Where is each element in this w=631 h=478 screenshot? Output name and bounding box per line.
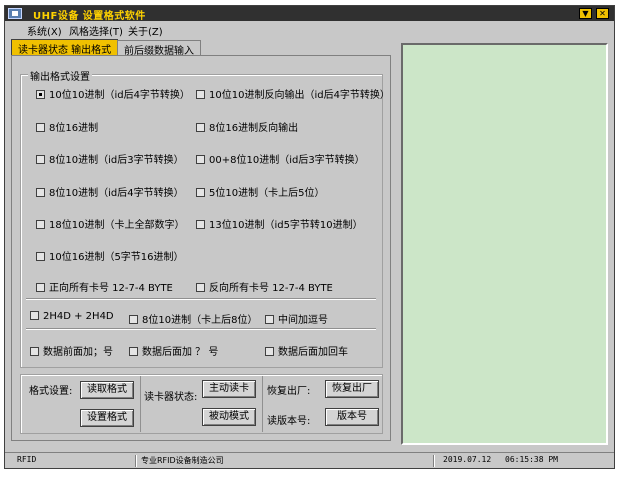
status-time: 06:15:38 PM <box>505 455 558 464</box>
checkbox-2h4d[interactable]: 2H4D + 2H4D <box>30 311 114 322</box>
checkbox-prefix-semicolon[interactable]: 数据前面加；号 <box>30 343 113 358</box>
checkbox-suffix-enter[interactable]: 数据后面加回车 <box>265 343 348 358</box>
separator <box>26 298 376 300</box>
menu-system[interactable]: 系统(X) <box>27 23 62 38</box>
reader-state-label: 读卡器状态: <box>144 392 198 403</box>
option-reverse-all[interactable]: 反向所有卡号 12-7-4 BYTE <box>196 279 333 294</box>
title-bar: UHF设备 设置格式软件 ▼ ✕ <box>5 6 614 22</box>
log-output-panel[interactable] <box>401 43 608 445</box>
status-divider <box>433 455 435 467</box>
checkbox-icon[interactable] <box>129 347 138 356</box>
option-13dec-5byte[interactable]: 13位10进制（id5字节转10进制） <box>196 216 363 231</box>
window-title: UHF设备 设置格式软件 <box>33 11 146 22</box>
radio-icon[interactable] <box>196 123 205 132</box>
option-forward-all[interactable]: 正向所有卡号 12-7-4 BYTE <box>36 279 173 294</box>
radio-icon[interactable] <box>196 283 205 292</box>
main-window: UHF设备 设置格式软件 ▼ ✕ 系统(X) 风格选择(T) 关于(Z) 读卡器… <box>4 5 615 469</box>
radio-icon[interactable] <box>196 90 205 99</box>
output-format-group-label: 输出格式设置 <box>28 68 92 83</box>
option-8dec-4byte[interactable]: 8位10进制（id后4字节转换） <box>36 184 184 199</box>
radio-icon[interactable] <box>196 220 205 229</box>
option-8hex-reverse[interactable]: 8位16进制反向输出 <box>196 119 298 134</box>
menu-about[interactable]: 关于(Z) <box>128 23 163 38</box>
checkbox-icon[interactable] <box>30 347 39 356</box>
status-bar: RFID 专业RFID设备制造公司 2019.07.12 06:15:38 PM <box>5 452 614 468</box>
option-10dec-4byte[interactable]: 10位10进制（id后4字节转换） <box>36 86 190 101</box>
checkbox-icon[interactable] <box>30 311 39 320</box>
option-10hex-5byte[interactable]: 10位16进制（5字节16进制） <box>36 248 184 263</box>
format-setting-label: 格式设置: <box>29 386 73 397</box>
radio-icon[interactable] <box>36 155 45 164</box>
separator <box>26 328 376 330</box>
option-10dec-reverse[interactable]: 10位10进制反向输出（id后4字节转换） <box>196 86 390 101</box>
checkbox-comma[interactable]: 中间加逗号 <box>265 311 328 326</box>
radio-icon[interactable] <box>36 283 45 292</box>
checkbox-icon[interactable] <box>265 347 274 356</box>
close-button[interactable]: ✕ <box>596 8 609 19</box>
radio-icon[interactable] <box>196 188 205 197</box>
radio-icon[interactable] <box>36 252 45 261</box>
tab-reader-output[interactable]: 读卡器状态 输出格式 <box>11 39 119 56</box>
menu-bar: 系统(X) 风格选择(T) 关于(Z) <box>5 21 614 38</box>
checkbox-icon[interactable] <box>265 315 274 324</box>
status-divider <box>135 455 137 467</box>
passive-mode-button[interactable]: 被动模式 <box>202 408 256 426</box>
option-8dec-3byte[interactable]: 8位10进制（id后3字节转换） <box>36 151 184 166</box>
version-label: 读版本号: <box>267 416 311 427</box>
radio-icon[interactable] <box>36 188 45 197</box>
tab-prefix-suffix[interactable]: 前后缀数据输入 <box>117 40 201 57</box>
checkbox-icon[interactable] <box>129 315 138 324</box>
factory-reset-button[interactable]: 恢复出厂 <box>325 380 379 398</box>
app-icon <box>8 8 22 19</box>
status-company: 专业RFID设备制造公司 <box>141 456 224 465</box>
version-button[interactable]: 版本号 <box>325 408 379 426</box>
option-8hex[interactable]: 8位16进制 <box>36 119 98 134</box>
status-rfid: RFID <box>17 455 37 464</box>
divider <box>140 376 141 432</box>
menu-style[interactable]: 风格选择(T) <box>69 23 123 38</box>
radio-icon[interactable] <box>36 123 45 132</box>
output-tab-panel: 输出格式设置 10位10进制（id后4字节转换） 10位10进制反向输出（id后… <box>11 55 391 441</box>
radio-icon[interactable] <box>36 90 45 99</box>
divider <box>262 376 263 432</box>
factory-reset-label: 恢复出厂: <box>267 386 311 397</box>
read-format-button[interactable]: 读取格式 <box>80 381 134 399</box>
minimize-button[interactable]: ▼ <box>579 8 592 19</box>
checkbox-suffix-question[interactable]: 数据后面加 ？ 号 <box>129 343 218 358</box>
status-date: 2019.07.12 <box>443 455 492 464</box>
option-18dec-all[interactable]: 18位10进制（卡上全部数字） <box>36 216 184 231</box>
set-format-button[interactable]: 设置格式 <box>80 409 134 427</box>
option-00-8dec-3byte[interactable]: 00+8位10进制（id后3字节转换） <box>196 151 365 166</box>
radio-icon[interactable] <box>196 155 205 164</box>
active-read-button[interactable]: 主动读卡 <box>202 380 256 398</box>
radio-icon[interactable] <box>36 220 45 229</box>
checkbox-8dec-last8[interactable]: 8位10进制（卡上后8位） <box>129 311 257 326</box>
option-5dec-last5[interactable]: 5位10进制（卡上后5位） <box>196 184 324 199</box>
